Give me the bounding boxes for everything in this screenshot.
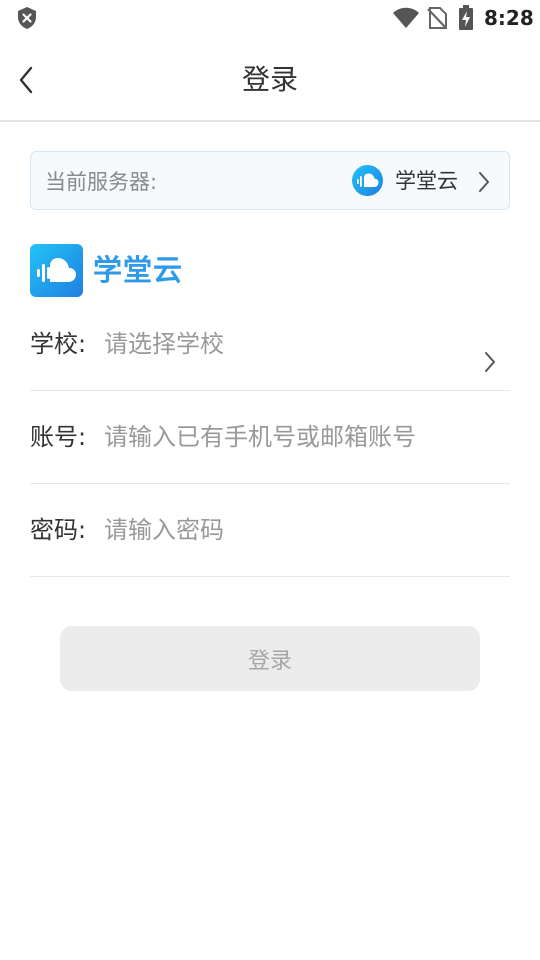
cloud-logo-icon [352, 165, 383, 196]
nav-bar: 登录 [0, 36, 540, 122]
shield-close-icon [18, 7, 36, 29]
account-row: 账号: [30, 391, 510, 484]
login-button[interactable]: 登录 [60, 626, 480, 691]
school-select[interactable] [104, 324, 474, 364]
server-selector[interactable]: 当前服务器: 学堂云 [30, 151, 510, 210]
password-row: 密码: [30, 484, 510, 577]
status-bar: 8:28 [0, 0, 540, 36]
account-input[interactable] [104, 417, 484, 457]
brand-name: 学堂云 [93, 253, 184, 287]
battery-charging-icon [459, 5, 473, 30]
account-label: 账号: [30, 423, 87, 451]
password-input[interactable] [104, 510, 484, 550]
wifi-icon [393, 7, 419, 28]
server-name: 学堂云 [395, 169, 458, 193]
login-screen: 8:28 登录 当前服务器: 学堂云 学堂云 学校: 请选择学校 账号: 请输入… [0, 0, 540, 960]
password-label: 密码: [30, 516, 87, 544]
school-label: 学校: [30, 330, 87, 358]
app-logo-icon [30, 244, 83, 297]
school-row[interactable]: 学校: [30, 298, 510, 391]
server-label: 当前服务器: [45, 170, 158, 194]
page-title: 登录 [241, 63, 298, 96]
no-sim-icon [427, 7, 447, 29]
status-time: 8:28 [484, 6, 534, 30]
chevron-right-icon [479, 172, 489, 192]
chevron-right-icon [485, 352, 495, 372]
